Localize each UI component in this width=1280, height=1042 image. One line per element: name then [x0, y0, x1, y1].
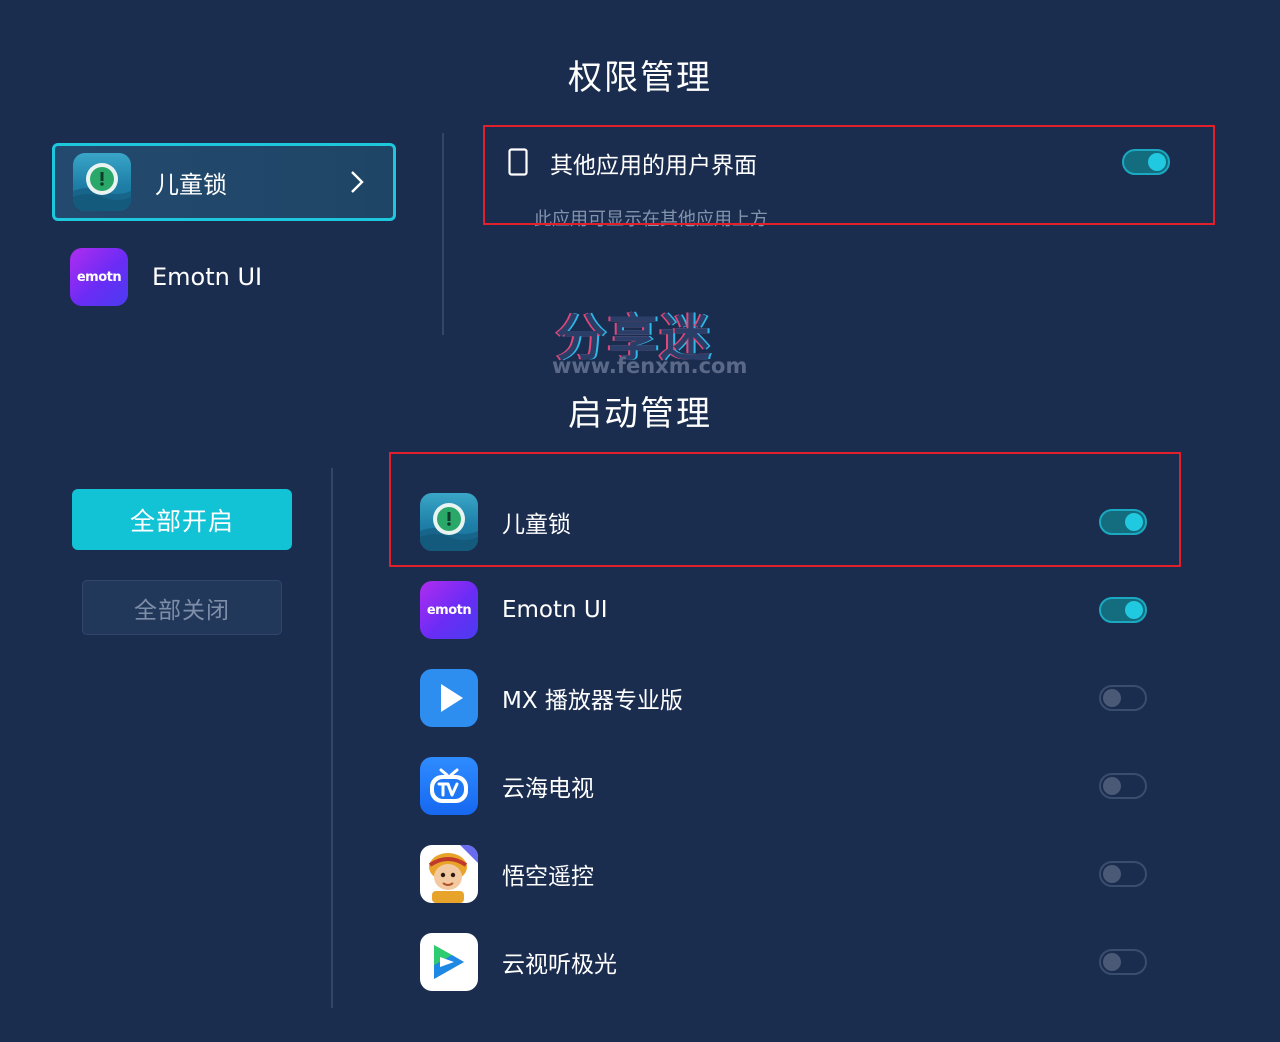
- mx-player-icon: [420, 669, 478, 727]
- emotn-logo-text: emotn: [76, 269, 122, 285]
- highlight-box-startup: [389, 452, 1181, 567]
- startup-toggle-yunhai[interactable]: [1099, 773, 1147, 799]
- startup-app-name: MX 播放器专业版: [502, 688, 683, 714]
- permission-section-title: 权限管理: [568, 58, 712, 98]
- emotn-app-icon: emotn: [70, 248, 128, 306]
- wukong-remote-icon: [420, 845, 478, 903]
- startup-toggle-emotn[interactable]: [1099, 597, 1147, 623]
- startup-toggle-yunshiting[interactable]: [1099, 949, 1147, 975]
- startup-app-row-yunshiting[interactable]: 云视听极光: [420, 932, 1160, 992]
- enable-all-button[interactable]: 全部开启: [72, 489, 292, 550]
- permission-app-emotn[interactable]: emotn Emotn UI: [52, 238, 396, 316]
- startup-app-name: 云视听极光: [502, 952, 617, 978]
- startup-app-row-yunhai[interactable]: 云海电视: [420, 756, 1160, 816]
- startup-section-title: 启动管理: [568, 394, 712, 434]
- highlight-box-permission: [483, 125, 1215, 225]
- startup-app-name: 悟空遥控: [502, 864, 594, 890]
- permission-app-label: Emotn UI: [152, 263, 263, 291]
- yunhai-tv-icon: [420, 757, 478, 815]
- yunshiting-icon: [420, 933, 478, 991]
- startup-app-row-emotn[interactable]: emotn Emotn UI: [420, 580, 1160, 640]
- childlock-app-icon: [73, 153, 131, 211]
- permission-divider: [442, 133, 444, 335]
- emotn-app-icon: emotn: [420, 581, 478, 639]
- disable-all-button[interactable]: 全部关闭: [82, 580, 282, 635]
- permission-app-childlock[interactable]: 儿童锁: [52, 143, 396, 221]
- chevron-right-icon: [347, 170, 367, 194]
- startup-toggle-wukong[interactable]: [1099, 861, 1147, 887]
- watermark-url: www.fenxm.com: [552, 354, 748, 378]
- startup-toggle-mx[interactable]: [1099, 685, 1147, 711]
- startup-divider: [331, 468, 333, 1008]
- startup-app-row-mx[interactable]: MX 播放器专业版: [420, 668, 1160, 728]
- startup-app-name: Emotn UI: [502, 597, 608, 623]
- startup-app-row-wukong[interactable]: 悟空遥控: [420, 844, 1160, 904]
- emotn-logo-text: emotn: [426, 602, 472, 618]
- startup-app-name: 云海电视: [502, 776, 594, 802]
- permission-app-label: 儿童锁: [155, 170, 227, 199]
